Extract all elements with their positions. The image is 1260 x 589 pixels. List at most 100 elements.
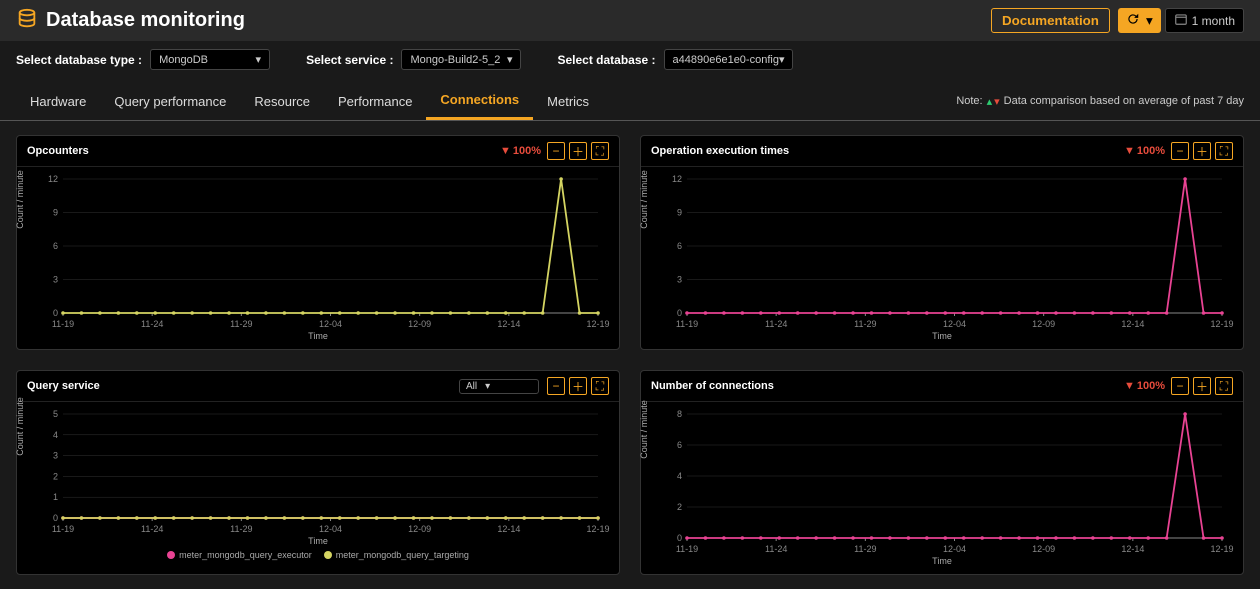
date-range-label: 1 month: [1192, 14, 1235, 28]
refresh-button[interactable]: ▾: [1118, 8, 1161, 33]
svg-text:11-24: 11-24: [765, 544, 787, 554]
trend-badge: ▼100%: [1124, 145, 1165, 157]
svg-text:9: 9: [677, 208, 682, 218]
svg-text:1: 1: [53, 492, 58, 502]
svg-text:11-29: 11-29: [854, 544, 876, 554]
opcounters-chart: 03691211-1911-2411-2912-0412-0912-1412-1…: [25, 171, 611, 331]
database-icon: [16, 8, 38, 33]
panel-title: Opcounters: [27, 145, 89, 157]
expand-button[interactable]: ＋: [1193, 142, 1211, 160]
trend-down-icon: ▼: [500, 145, 511, 157]
svg-text:12-09: 12-09: [408, 524, 431, 534]
expand-button[interactable]: ＋: [1193, 377, 1211, 395]
series-filter-select[interactable]: All▾: [459, 379, 539, 394]
legend-dot-icon: [167, 551, 175, 559]
fullscreen-button[interactable]: ⛶: [1215, 142, 1233, 160]
chart-legend: meter_mongodb_query_executor meter_mongo…: [25, 550, 611, 564]
refresh-icon: [1126, 12, 1140, 29]
trend-down-icon: ▼: [1124, 145, 1135, 157]
service-select[interactable]: Mongo-Build2-5_2▾: [401, 49, 521, 70]
svg-text:12-04: 12-04: [943, 319, 966, 329]
chevron-down-icon: ▾: [1146, 13, 1153, 29]
svg-text:9: 9: [53, 208, 58, 218]
svg-text:12-09: 12-09: [1032, 319, 1055, 329]
query-chart: 01234511-1911-2411-2912-0412-0912-1412-1…: [25, 406, 611, 536]
y-axis-label: Count / minute: [639, 170, 649, 229]
x-axis-label: Time: [649, 556, 1235, 570]
collapse-button[interactable]: −: [1171, 142, 1189, 160]
svg-text:4: 4: [677, 471, 682, 481]
svg-text:11-19: 11-19: [52, 319, 74, 329]
svg-text:0: 0: [677, 533, 682, 543]
svg-text:11-24: 11-24: [141, 319, 163, 329]
fullscreen-button[interactable]: ⛶: [591, 377, 609, 395]
svg-text:11-29: 11-29: [230, 524, 252, 534]
svg-text:11-19: 11-19: [676, 319, 698, 329]
db-select[interactable]: a44890e6e1e0-config▾: [664, 49, 794, 70]
svg-text:12-19: 12-19: [586, 524, 609, 534]
svg-text:12: 12: [672, 174, 682, 184]
x-axis-label: Time: [25, 331, 611, 345]
tab-connections[interactable]: Connections: [426, 82, 533, 120]
trend-badge: ▼100%: [1124, 380, 1165, 392]
svg-text:11-24: 11-24: [141, 524, 163, 534]
svg-text:11-24: 11-24: [765, 319, 787, 329]
tab-query-performance[interactable]: Query performance: [100, 84, 240, 119]
expand-button[interactable]: ＋: [569, 377, 587, 395]
calendar-icon: [1174, 12, 1188, 29]
svg-text:12-09: 12-09: [1032, 544, 1055, 554]
db-type-select[interactable]: MongoDB▾: [150, 49, 270, 70]
svg-text:8: 8: [677, 409, 682, 419]
expand-button[interactable]: ＋: [569, 142, 587, 160]
comparison-note: Note: ▴▾ Data comparison based on averag…: [956, 95, 1244, 108]
svg-text:6: 6: [53, 241, 58, 251]
collapse-button[interactable]: −: [547, 142, 565, 160]
svg-text:12-04: 12-04: [319, 524, 342, 534]
svg-text:12-14: 12-14: [1121, 319, 1144, 329]
x-axis-label: Time: [25, 536, 611, 550]
service-label: Select service :: [306, 53, 393, 67]
svg-text:2: 2: [677, 502, 682, 512]
fullscreen-button[interactable]: ⛶: [1215, 377, 1233, 395]
documentation-button[interactable]: Documentation: [991, 8, 1110, 33]
collapse-button[interactable]: −: [1171, 377, 1189, 395]
y-axis-label: Count / minute: [15, 397, 25, 456]
y-axis-label: Count / minute: [15, 170, 25, 229]
svg-text:12-04: 12-04: [943, 544, 966, 554]
svg-text:12-09: 12-09: [408, 319, 431, 329]
svg-text:0: 0: [53, 308, 58, 318]
svg-text:12-04: 12-04: [319, 319, 342, 329]
svg-text:12-19: 12-19: [1210, 544, 1233, 554]
svg-text:12-19: 12-19: [1210, 319, 1233, 329]
svg-text:12: 12: [48, 174, 58, 184]
svg-text:11-29: 11-29: [854, 319, 876, 329]
svg-text:6: 6: [677, 241, 682, 251]
panel-query-service: Query service All▾ − ＋ ⛶ Count / minute …: [16, 370, 620, 575]
svg-text:5: 5: [53, 409, 58, 419]
svg-text:11-29: 11-29: [230, 319, 252, 329]
exec-chart: 0 3 6 9 12 11-19 11-24 11-29 12-04 12-09 12-14 12-1…: [649, 171, 1235, 331]
svg-text:3: 3: [677, 275, 682, 285]
fullscreen-button[interactable]: ⛶: [591, 142, 609, 160]
tab-performance[interactable]: Performance: [324, 84, 426, 119]
svg-text:0: 0: [677, 308, 682, 318]
svg-text:3: 3: [53, 275, 58, 285]
collapse-button[interactable]: −: [547, 377, 565, 395]
panel-title: Query service: [27, 380, 100, 392]
chevron-down-icon: ▾: [779, 53, 785, 66]
svg-text:3: 3: [53, 451, 58, 461]
svg-text:12-14: 12-14: [1121, 544, 1144, 554]
date-range-button[interactable]: 1 month: [1165, 8, 1244, 33]
tab-metrics[interactable]: Metrics: [533, 84, 603, 119]
db-type-label: Select database type :: [16, 53, 142, 67]
db-label: Select database :: [557, 53, 655, 67]
svg-text:11-19: 11-19: [676, 544, 698, 554]
panel-connections: Number of connections ▼100% − ＋ ⛶ Count …: [640, 370, 1244, 575]
tab-hardware[interactable]: Hardware: [16, 84, 100, 119]
y-axis-label: Count / minute: [639, 400, 649, 459]
legend-dot-icon: [324, 551, 332, 559]
svg-text:0: 0: [53, 513, 58, 523]
svg-text:6: 6: [677, 440, 682, 450]
svg-text:12-14: 12-14: [497, 524, 520, 534]
tab-resource[interactable]: Resource: [240, 84, 324, 119]
